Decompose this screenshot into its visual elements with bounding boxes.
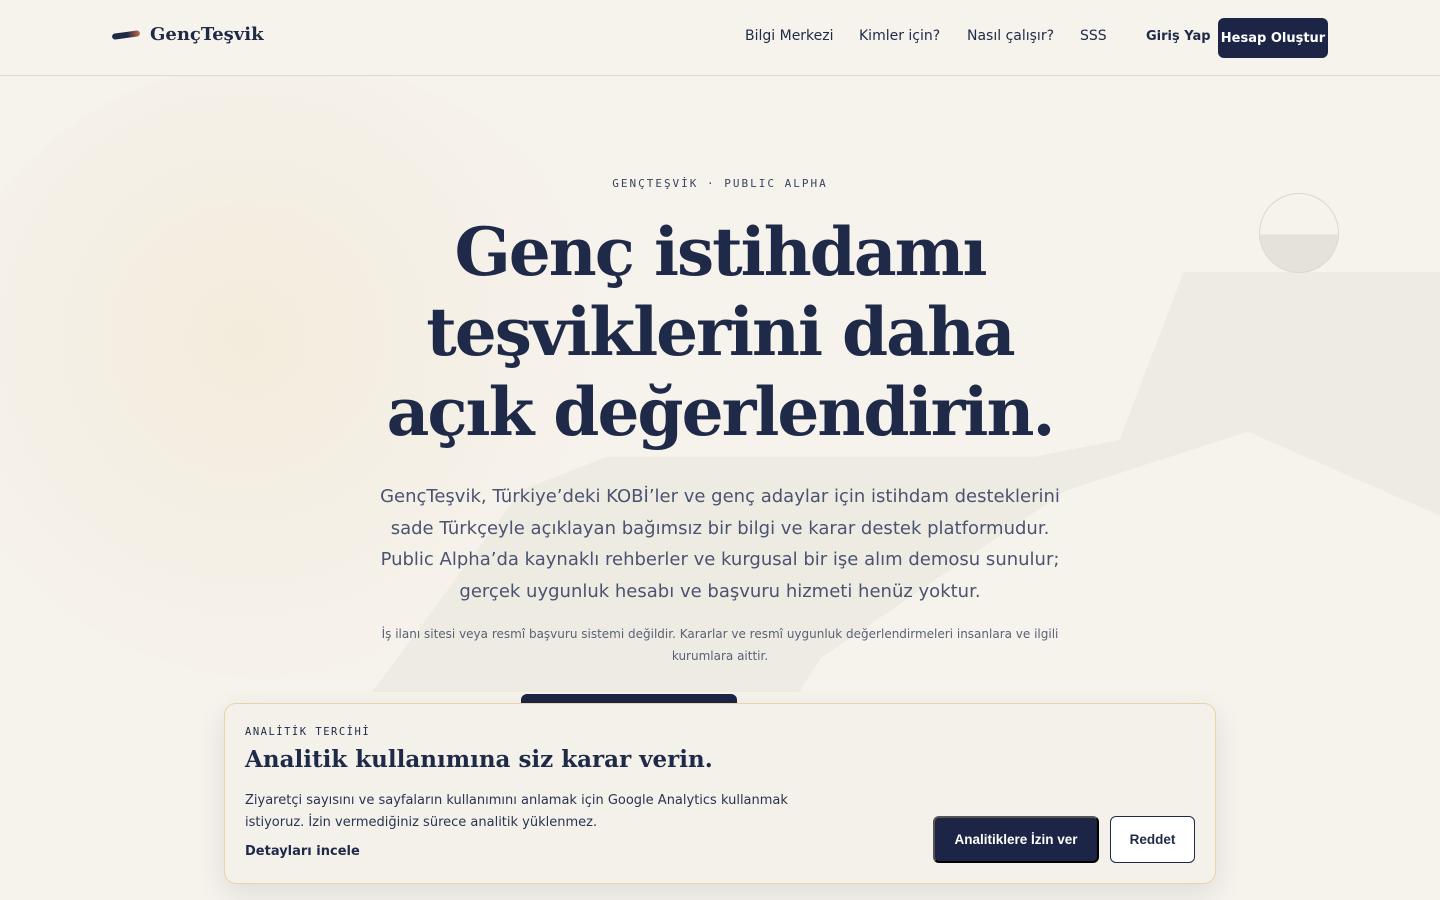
hero-eyebrow: GENÇTEŞVİK · PUBLIC ALPHA — [612, 177, 828, 190]
consent-description: Ziyaretçi sayısını ve sayfaların kullanı… — [245, 793, 788, 830]
nav-item-nasil-calisir[interactable]: Nasıl çalışır? — [967, 28, 1054, 44]
hero-disclaimer: İş ilanı sitesi veya resmî başvuru siste… — [381, 627, 1059, 663]
nav-item-sss[interactable]: SSS — [1080, 28, 1107, 44]
consent-title: Analitik kullanımına siz karar verin. — [245, 746, 713, 773]
brand-name: GençTeşvik — [150, 24, 264, 45]
accept-analytics-button[interactable]: Analitiklere İzin ver — [933, 816, 1099, 863]
brand-logo[interactable]: GençTeşvik — [111, 24, 264, 45]
pen-stroke-icon — [111, 29, 141, 40]
consent-eyebrow: ANALİTİK TERCİHİ — [245, 726, 371, 738]
site-header: GençTeşvik Bilgi Merkezi Kimler için? Na… — [0, 0, 1440, 76]
hero-title-line: açık değerlendirin. — [386, 373, 1056, 451]
hero-title: Genç istihdamı teşviklerini daha açık de… — [370, 212, 1070, 452]
reject-button[interactable]: Reddet — [1110, 816, 1195, 863]
signup-button[interactable]: Hesap Oluştur — [1218, 18, 1328, 58]
decorative-circle — [1259, 193, 1339, 273]
hero-title-line: Genç istihdamı — [454, 213, 987, 291]
login-link[interactable]: Giriş Yap — [1146, 29, 1211, 44]
analytics-consent-banner: ANALİTİK TERCİHİ Analitik kullanımına si… — [224, 703, 1216, 884]
consent-details-link[interactable]: Detayları incele — [245, 844, 360, 859]
nav-item-kimler-icin[interactable]: Kimler için? — [859, 28, 940, 44]
hero-description: GençTeşvik, Türkiye’deki KOBİ’ler ve gen… — [380, 486, 1060, 602]
nav-item-bilgi-merkezi[interactable]: Bilgi Merkezi — [745, 28, 834, 44]
hero-title-line: teşviklerini daha — [426, 293, 1015, 371]
